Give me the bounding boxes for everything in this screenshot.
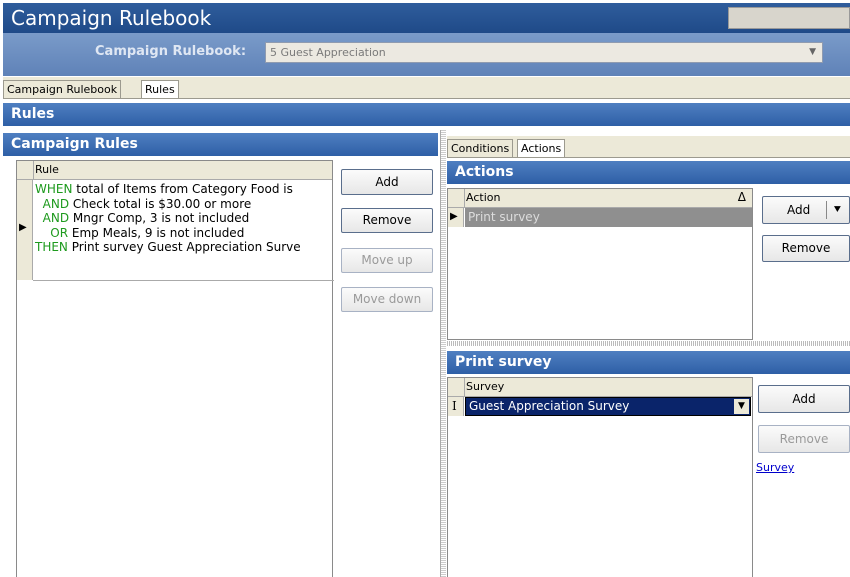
- remove-rule-button[interactable]: Remove: [341, 208, 433, 233]
- campaign-rules-title: Campaign Rules: [11, 136, 138, 152]
- rule-keyword: AND: [42, 211, 70, 225]
- rule-line: Mngr Comp, 3 is not included: [72, 211, 250, 225]
- add-survey-button[interactable]: Add: [758, 385, 850, 413]
- current-row-arrow-icon: ▶: [450, 211, 458, 222]
- print-survey-title: Print survey: [455, 354, 552, 370]
- tab-conditions[interactable]: Conditions: [447, 139, 514, 157]
- rulebook-label: Campaign Rulebook:: [95, 44, 247, 59]
- actions-title: Actions: [455, 164, 514, 180]
- survey-column-header[interactable]: Survey: [466, 380, 504, 393]
- current-row-arrow-icon: ▶: [19, 222, 27, 233]
- tab-actions[interactable]: Actions: [517, 139, 566, 157]
- rule-column-header[interactable]: Rule: [35, 163, 59, 176]
- title-bar-field: [728, 7, 850, 29]
- horizontal-splitter[interactable]: [447, 341, 850, 346]
- right-tab-strip: Conditions Actions: [447, 136, 850, 158]
- survey-grid: Survey I Guest Appreciation Survey ▼: [447, 377, 753, 577]
- rule-line: total of Items from Category Food is: [76, 182, 293, 196]
- rule-keyword: WHEN: [35, 182, 73, 196]
- chevron-down-icon[interactable]: ▼: [734, 399, 749, 414]
- row-selector[interactable]: ▶: [448, 208, 464, 227]
- rule-keyword: OR: [50, 225, 69, 240]
- rule-line: Check total is $30.00 or more: [72, 196, 252, 211]
- remove-action-button[interactable]: Remove: [762, 235, 850, 262]
- dropdown-arrow-icon[interactable]: ⯆: [833, 197, 842, 223]
- move-up-button[interactable]: Move up: [341, 248, 433, 273]
- vertical-splitter[interactable]: [440, 130, 446, 577]
- rulebook-select-value: 5 Guest Appreciation: [270, 46, 386, 59]
- campaign-rules-header: Campaign Rules: [3, 133, 438, 156]
- main-tab-strip: Campaign Rulebook Rules: [3, 77, 850, 99]
- tab-rules[interactable]: Rules: [141, 80, 179, 98]
- window-title: Campaign Rulebook: [11, 6, 212, 30]
- edit-cursor-icon: I: [452, 399, 457, 413]
- print-survey-header: Print survey: [447, 351, 850, 374]
- survey-select[interactable]: Guest Appreciation Survey ▼: [465, 397, 751, 416]
- rule-text[interactable]: WHEN total of Items from Category Food i…: [35, 182, 301, 255]
- add-action-label: Add: [787, 203, 811, 217]
- rule-keyword: AND: [42, 196, 70, 211]
- survey-grid-header: Survey: [448, 378, 752, 397]
- rules-grid-header: Rule: [17, 161, 332, 180]
- rules-section-header: Rules: [3, 103, 850, 126]
- actions-grid: Action Δ ▶ Print survey: [447, 188, 753, 340]
- row-selector[interactable]: ▶: [17, 180, 33, 280]
- chevron-down-icon[interactable]: ▼: [809, 47, 816, 57]
- add-rule-button[interactable]: Add: [341, 169, 433, 195]
- window-title-bar: Campaign Rulebook: [3, 3, 850, 33]
- move-down-button[interactable]: Move down: [341, 287, 433, 312]
- add-action-button[interactable]: Add ⯆: [762, 196, 850, 224]
- survey-select-value: Guest Appreciation Survey: [469, 399, 630, 413]
- rule-line: Emp Meals, 9 is not included: [71, 225, 245, 240]
- rule-line: Print survey Guest Appreciation Surve: [71, 240, 301, 254]
- sort-ascending-icon[interactable]: Δ: [738, 190, 746, 204]
- rulebook-select[interactable]: 5 Guest Appreciation ▼: [265, 42, 823, 63]
- tab-campaign-rulebook[interactable]: Campaign Rulebook: [3, 80, 122, 98]
- actions-grid-header: Action Δ: [448, 189, 752, 208]
- rules-section-title: Rules: [11, 106, 55, 122]
- action-row-label: Print survey: [468, 210, 540, 224]
- actions-header: Actions: [447, 161, 850, 184]
- rulebook-bar: Campaign Rulebook: 5 Guest Appreciation …: [3, 33, 850, 76]
- action-row[interactable]: Print survey: [465, 208, 752, 227]
- survey-link[interactable]: Survey: [756, 461, 794, 474]
- action-column-header[interactable]: Action: [466, 191, 500, 204]
- row-selector[interactable]: I: [448, 397, 464, 416]
- rule-keyword: THEN: [35, 240, 68, 254]
- rules-grid: Rule ▶ WHEN total of Items from Category…: [16, 160, 334, 577]
- remove-survey-button[interactable]: Remove: [758, 425, 850, 453]
